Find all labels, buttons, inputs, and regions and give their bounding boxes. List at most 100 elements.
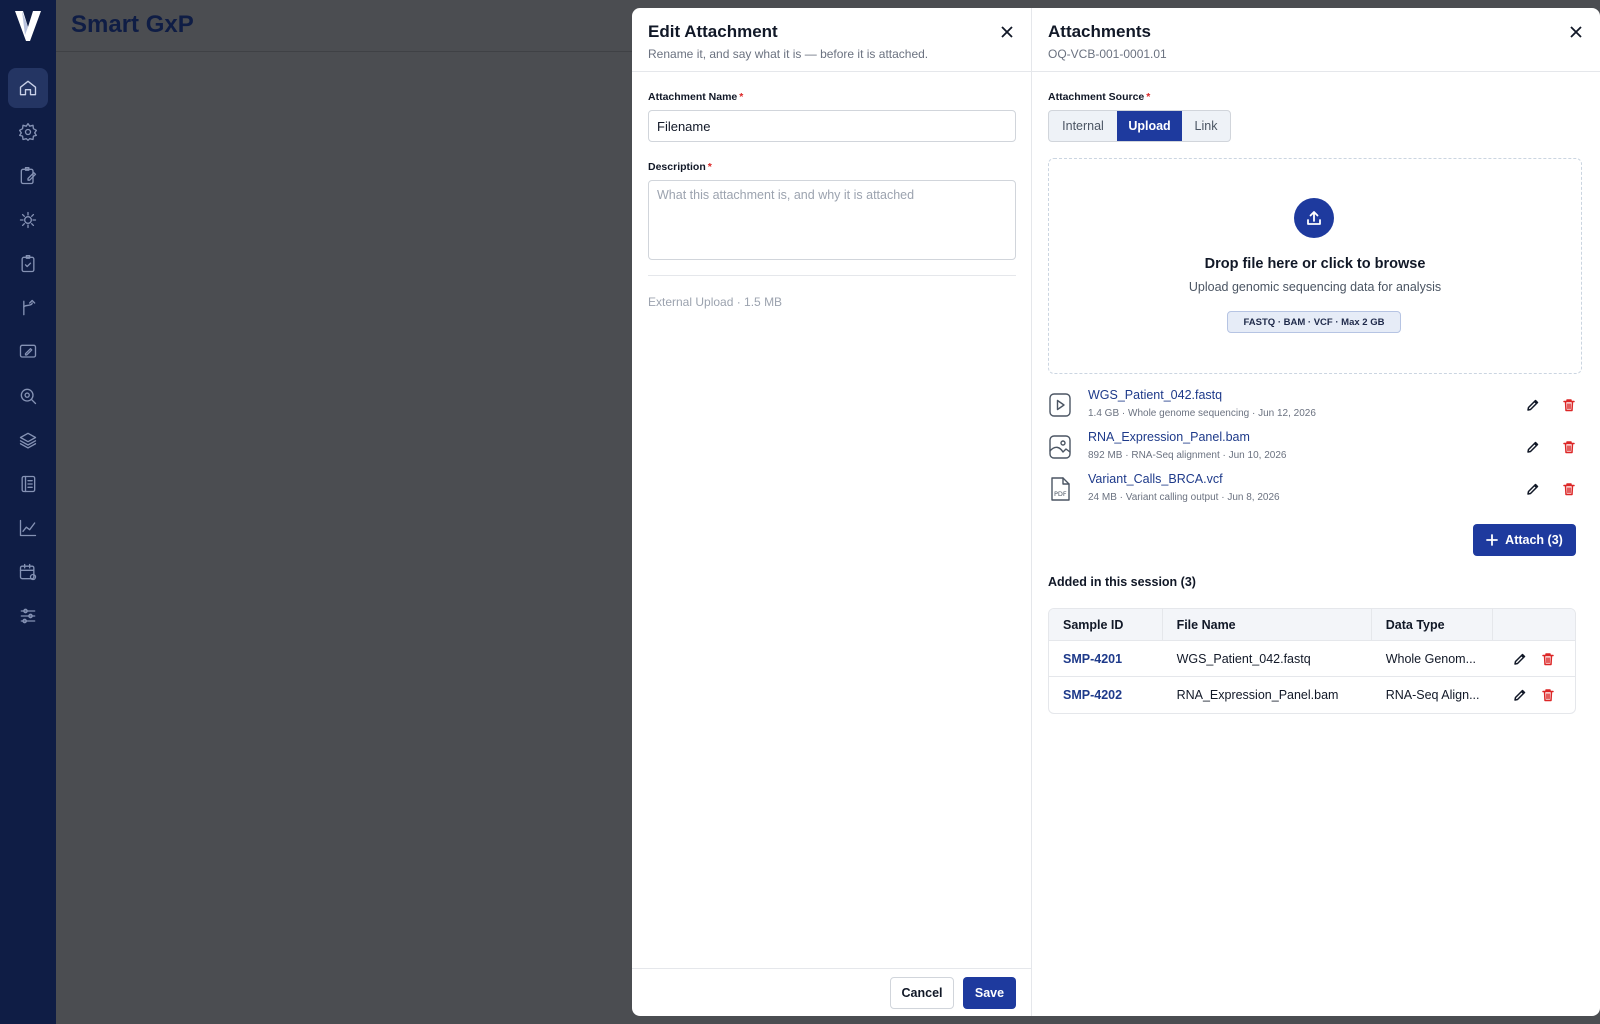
dropzone-subtitle: Upload genomic sequencing data for analy… [1188,280,1442,294]
edit-attachment-header: Edit Attachment Rename it, and say what … [632,8,1031,72]
close-icon [1001,26,1013,38]
file-meta: 892 MB · RNA-Seq alignment · Jun 10, 202… [1088,450,1287,461]
attachment-source-label-text: Attachment Source [1048,91,1145,103]
file-meta: 24 MB · Variant calling output · Jun 8, … [1088,492,1280,503]
svg-text:PDF: PDF [1054,490,1067,498]
description-textarea[interactable] [648,180,1016,260]
file-meta: 1.4 GB · Whole genome sequencing · Jun 1… [1088,408,1316,419]
description-label: Description * [648,161,712,173]
upload-icon [1307,211,1321,225]
sidebar [0,0,56,1024]
file-name[interactable]: WGS_Patient_042.fastq [1088,388,1222,402]
delete-file-button[interactable] [1562,398,1578,414]
pencil-icon [1527,441,1539,453]
edit-file-button[interactable] [1526,482,1542,498]
edit-row-button[interactable] [1513,688,1527,702]
file-item: PDF Variant_Calls_BRCA.vcf 24 MB · Varia… [1048,470,1582,510]
dropzone-title: Drop file here or click to browse [1204,256,1426,272]
trash-icon [1542,652,1555,665]
attach-button-label: Attach (3) [1505,533,1563,547]
attachment-name-label: Attachment Name * [648,91,743,103]
delete-file-button[interactable] [1562,482,1578,498]
pencil-icon [1527,483,1539,495]
divider [648,275,1016,276]
attachment-source-label: Attachment Source * [1048,91,1150,103]
source-option-internal[interactable]: Internal [1049,111,1117,141]
sidebar-item-analytics[interactable] [8,508,48,548]
delete-file-button[interactable] [1562,440,1578,456]
upload-button[interactable] [1294,198,1334,238]
sidebar-item-configuration[interactable] [8,200,48,240]
sidebar-item-notebook[interactable] [8,464,48,504]
attachment-source-toggle: Internal Upload Link [1048,110,1231,142]
column-header-sample-id: Sample ID [1049,609,1163,641]
sidebar-item-inspection[interactable] [8,376,48,416]
file-name[interactable]: Variant_Calls_BRCA.vcf [1088,472,1223,486]
source-option-link[interactable]: Link [1182,111,1230,141]
layers-icon [19,432,37,449]
file-dropzone[interactable]: Drop file here or click to browse Upload… [1048,158,1582,374]
session-title: Added in this session (3) [1048,575,1196,589]
sidebar-item-home[interactable] [8,68,48,108]
sidebar-item-reviews[interactable] [8,244,48,284]
clipboard-edit-icon [20,167,37,185]
delete-row-button[interactable] [1541,652,1555,666]
sidebar-item-preferences[interactable] [8,596,48,636]
sidebar-item-settings[interactable] [8,112,48,152]
pencil-icon [1514,653,1526,665]
app-logo[interactable] [0,0,56,52]
attachment-name-input[interactable] [648,110,1016,142]
home-icon [19,80,37,96]
session-table: Sample ID File Name Data Type SMP-4201 W… [1048,608,1576,714]
attachments-close-button[interactable] [1568,24,1584,40]
sample-id-link[interactable]: SMP-4202 [1049,688,1163,702]
sample-id-link[interactable]: SMP-4201 [1049,652,1163,666]
sidebar-item-protocols[interactable] [8,156,48,196]
logo-mark-icon [15,11,41,41]
save-button[interactable]: Save [963,977,1016,1009]
file-name-cell: WGS_Patient_042.fastq [1176,651,1311,666]
edit-attachment-title: Edit Attachment [648,22,778,41]
table-row: SMP-4201 WGS_Patient_042.fastq Whole Gen… [1049,641,1575,677]
delete-row-button[interactable] [1541,688,1555,702]
edit-file-button[interactable] [1526,440,1542,456]
gear-icon [19,123,37,141]
sidebar-item-comments[interactable] [8,332,48,372]
line-chart-icon [19,519,37,537]
edit-row-button[interactable] [1513,652,1527,666]
row-actions [1493,652,1575,666]
sidebar-item-schedule[interactable] [8,552,48,592]
sidebar-item-layers[interactable] [8,420,48,460]
edit-file-button[interactable] [1526,398,1542,414]
data-type-cell: RNA-Seq Align... [1385,688,1480,702]
close-icon [1570,26,1582,38]
file-name-cell: RNA_Expression_Panel.bam [1176,688,1339,702]
cancel-button[interactable]: Cancel [890,977,954,1009]
attachment-meta: External Upload · 1.5 MB [648,295,783,309]
trash-icon [1563,441,1575,454]
file-item: RNA_Expression_Panel.bam 892 MB · RNA-Se… [1048,428,1582,468]
edit-attachment-close-button[interactable] [999,24,1015,40]
notebook-icon [21,475,36,493]
table-header: Sample ID File Name Data Type [1049,609,1575,641]
plus-icon [1486,534,1499,546]
column-header-data-type: Data Type [1372,609,1494,641]
file-image-icon [1048,434,1072,460]
trash-icon [1563,483,1575,496]
attach-button[interactable]: Attach (3) [1473,524,1576,556]
attachments-panel: Attachments OQ-VCB-001-0001.01 Attachmen… [1032,8,1600,1016]
required-mark: * [707,161,712,173]
app-title: Smart GxP [71,11,194,38]
clipboard-check-icon [21,255,35,273]
search-settings-icon [20,388,37,405]
branch-icon [23,299,36,316]
sidebar-item-workflows[interactable] [8,288,48,328]
data-type-cell: Whole Genom... [1385,651,1477,666]
settings-cog-icon [19,211,37,229]
pencil-icon [1527,399,1539,411]
accepted-formats-badge: FASTQ · BAM · VCF · Max 2 GB [1227,311,1401,333]
attachments-subtitle: OQ-VCB-001-0001.01 [1048,47,1167,61]
column-header-file-name: File Name [1163,609,1372,641]
source-option-upload[interactable]: Upload [1117,111,1182,141]
file-name[interactable]: RNA_Expression_Panel.bam [1088,430,1250,444]
